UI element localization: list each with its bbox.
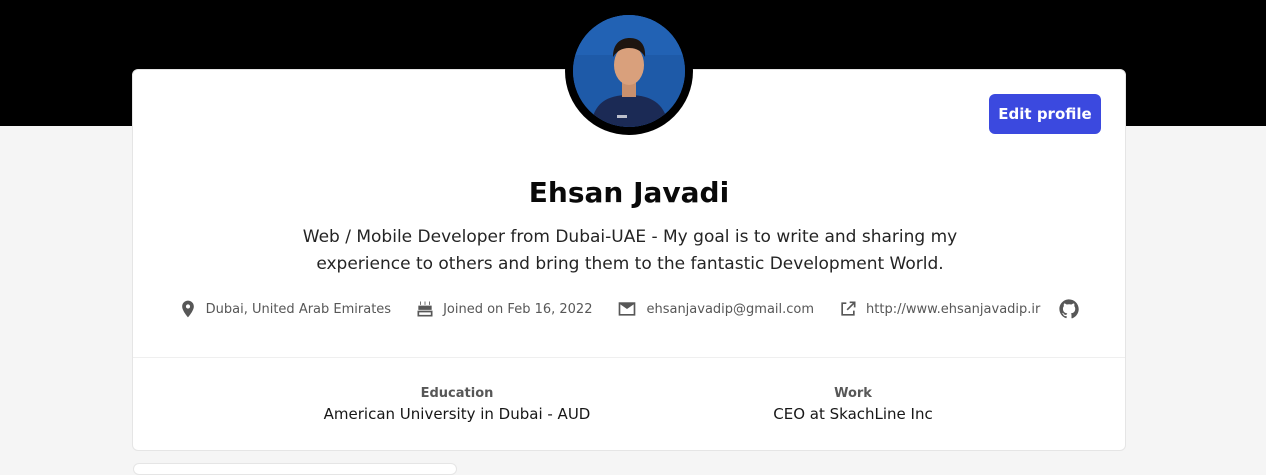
email-link[interactable]: ehsanjavadip@gmail.com	[646, 302, 814, 317]
location-text: Dubai, United Arab Emirates	[205, 301, 392, 317]
edit-profile-button[interactable]: Edit profile	[989, 94, 1101, 134]
mail-icon	[619, 302, 636, 316]
work-value: CEO at SkachLine Inc	[773, 405, 933, 423]
education-label: Education	[420, 386, 494, 401]
work-label: Work	[834, 386, 872, 401]
education-value: American University in Dubai - AUD	[323, 405, 591, 423]
cake-icon	[417, 301, 433, 317]
profile-name: Ehsan Javadi	[528, 176, 730, 209]
website-item[interactable]: http://www.ehsanjavadip.ir	[838, 299, 1040, 319]
github-icon[interactable]	[1058, 298, 1080, 320]
work-block: Work CEO at SkachLine Inc	[703, 386, 1003, 423]
location-item: Dubai, United Arab Emirates	[178, 298, 391, 320]
joined-text: Joined on Feb 16, 2022	[443, 301, 593, 317]
github-item[interactable]	[1058, 298, 1080, 320]
joined-item: Joined on Feb 16, 2022	[415, 298, 592, 320]
email-item[interactable]: ehsanjavadip@gmail.com	[616, 299, 814, 319]
person-photo	[573, 15, 685, 127]
card-divider	[133, 357, 1125, 358]
website-link[interactable]: http://www.ehsanjavadip.ir	[866, 302, 1040, 317]
next-card-edge	[133, 463, 457, 475]
external-link-icon	[841, 301, 856, 316]
profile-meta: Dubai, United Arab Emirates Joined on Fe…	[133, 298, 1125, 320]
location-pin-icon	[181, 300, 194, 318]
avatar[interactable]	[565, 7, 693, 135]
education-block: Education American University in Dubai -…	[307, 386, 607, 423]
avatar-image	[573, 15, 685, 127]
profile-bio: Web / Mobile Developer from Dubai-UAE - …	[302, 227, 958, 274]
